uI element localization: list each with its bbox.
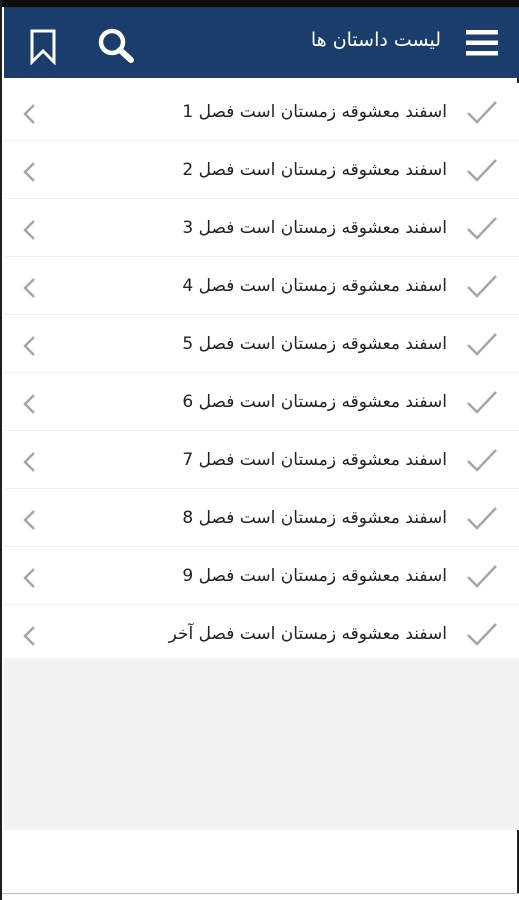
- chapter-row[interactable]: اسفند معشوقه زمستان است فصل 8: [4, 489, 519, 547]
- chapter-row[interactable]: اسفند معشوقه زمستان است فصل 7: [4, 431, 519, 489]
- chevron-left-icon: [22, 103, 36, 125]
- chapter-title: اسفند معشوقه زمستان است فصل 5: [182, 334, 447, 354]
- check-icon: [465, 388, 499, 416]
- chapter-title: اسفند معشوقه زمستان است فصل 4: [182, 276, 447, 296]
- chevron-left-icon: [22, 277, 36, 299]
- bottom-divider: [2, 893, 519, 900]
- chevron-left-icon: [22, 219, 36, 241]
- check-icon: [465, 446, 499, 474]
- chapter-list: اسفند معشوقه زمستان است فصل 1 اسفند معشوق…: [4, 83, 519, 663]
- page-title: لیست داستان ها: [310, 29, 441, 51]
- check-icon: [465, 272, 499, 300]
- chapter-row[interactable]: اسفند معشوقه زمستان است فصل 5: [4, 315, 519, 373]
- status-bar: [2, 0, 519, 7]
- chevron-left-icon: [22, 625, 36, 647]
- chapter-row[interactable]: اسفند معشوقه زمستان است فصل 4: [4, 257, 519, 315]
- app-bar: لیست داستان ها: [4, 7, 519, 78]
- chevron-left-icon: [22, 335, 36, 357]
- check-icon: [465, 504, 499, 532]
- check-icon: [465, 330, 499, 358]
- chapter-title: اسفند معشوقه زمستان است فصل 3: [182, 218, 447, 238]
- chapter-row[interactable]: اسفند معشوقه زمستان است فصل 1: [4, 83, 519, 141]
- chevron-left-icon: [22, 567, 36, 589]
- check-icon: [465, 214, 499, 242]
- check-icon: [465, 98, 499, 126]
- menu-icon[interactable]: [465, 28, 499, 58]
- chapter-title: اسفند معشوقه زمستان است فصل 8: [182, 508, 447, 528]
- chapter-title: اسفند معشوقه زمستان است فصل 2: [182, 160, 447, 180]
- chapter-row[interactable]: اسفند معشوقه زمستان است فصل 2: [4, 141, 519, 199]
- chapter-title: اسفند معشوقه زمستان است فصل 1: [182, 102, 447, 122]
- chevron-left-icon: [22, 393, 36, 415]
- check-icon: [465, 562, 499, 590]
- search-icon[interactable]: [96, 27, 136, 65]
- chevron-left-icon: [22, 509, 36, 531]
- app-frame: لیست داستان ها اسفند معشوقه زمستان است ف…: [0, 0, 519, 900]
- chapter-title: اسفند معشوقه زمستان است فصل 6: [182, 392, 447, 412]
- empty-area: [4, 658, 519, 830]
- chapter-title: اسفند معشوقه زمستان است فصل آخر: [168, 624, 447, 644]
- chevron-left-icon: [22, 161, 36, 183]
- check-icon: [465, 156, 499, 184]
- chapter-title: اسفند معشوقه زمستان است فصل 7: [182, 450, 447, 470]
- chapter-row[interactable]: اسفند معشوقه زمستان است فصل 6: [4, 373, 519, 431]
- check-icon: [465, 620, 499, 648]
- chapter-title: اسفند معشوقه زمستان است فصل 9: [182, 566, 447, 586]
- chapter-row[interactable]: اسفند معشوقه زمستان است فصل 9: [4, 547, 519, 605]
- chevron-left-icon: [22, 451, 36, 473]
- chapter-row[interactable]: اسفند معشوقه زمستان است فصل 3: [4, 199, 519, 257]
- bookmark-icon[interactable]: [28, 29, 58, 66]
- chapter-row[interactable]: اسفند معشوقه زمستان است فصل آخر: [4, 605, 519, 663]
